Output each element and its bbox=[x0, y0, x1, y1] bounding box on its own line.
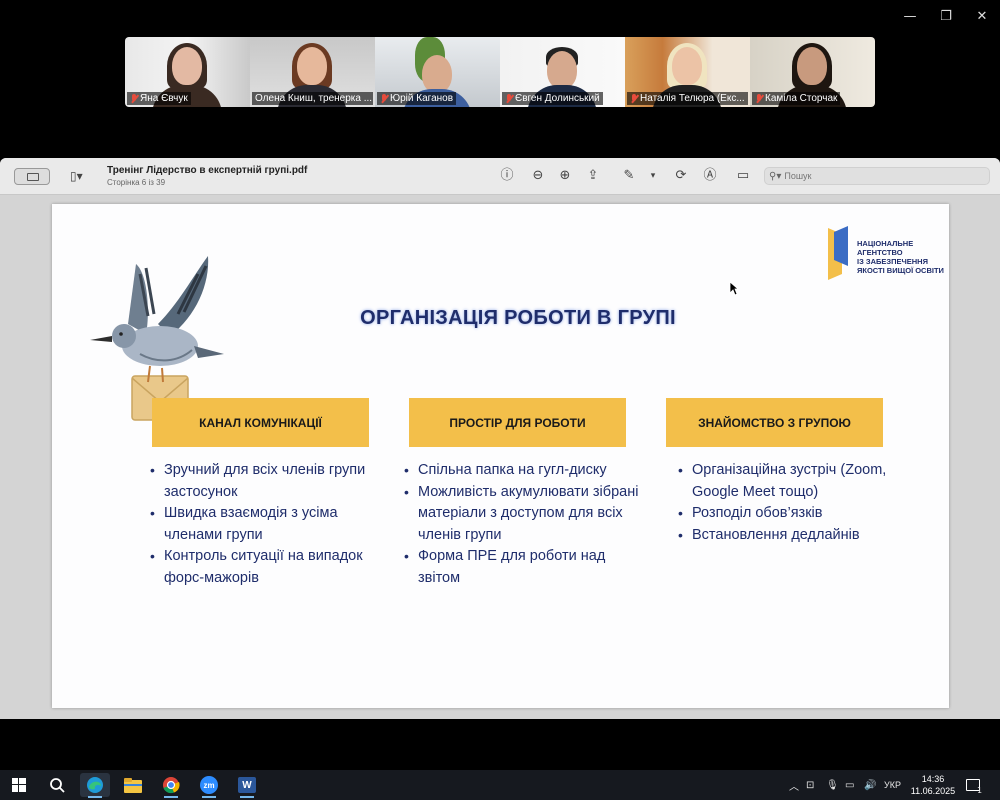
file-explorer-icon[interactable] bbox=[118, 773, 148, 797]
participant-tile-active[interactable]: Олена Книш, тренерка ... bbox=[250, 37, 375, 107]
column-group-acquaintance: Організаційна зустріч (Zoom, Google Meet… bbox=[678, 460, 888, 546]
clock-time: 14:36 bbox=[921, 774, 945, 784]
heading-communication-channel: КАНАЛ КОМУНІКАЦІЇ bbox=[152, 398, 369, 447]
participant-strip: Яна Євчук Олена Книш, тренерка ... Юрій … bbox=[125, 37, 875, 107]
participant-tile[interactable]: Євген Долинський bbox=[500, 37, 625, 107]
language-indicator[interactable]: УКР bbox=[884, 770, 901, 800]
page-indicator: Сторінка 6 із 39 bbox=[107, 178, 166, 187]
participant-tile[interactable]: Наталія Телюра (Екс... bbox=[625, 37, 750, 107]
markup-pen-icon[interactable]: ✎ bbox=[621, 168, 637, 184]
viewer-toolbar: ▯▾ Тренінг Лідерство в експертній групі.… bbox=[0, 158, 1000, 195]
microphone-icon[interactable]: 🎙 bbox=[826, 770, 839, 800]
column-workspace: Спільна папка на гугл-диску Можливість а… bbox=[404, 460, 644, 589]
participant-name: Каміла Сторчак bbox=[765, 93, 838, 104]
participant-name: Юрій Каганов bbox=[390, 93, 454, 104]
list-item: Контроль ситуації на випадок форс-мажорі… bbox=[150, 546, 380, 589]
zoom-icon[interactable]: zm bbox=[194, 773, 224, 798]
participant-name: Євген Долинський bbox=[515, 93, 600, 104]
windows-taskbar: zm W ︿ ⊡ 🎙 ▭ 🔊 УКР 14:36 11.06.2025 1 bbox=[0, 770, 1000, 800]
restore-button[interactable]: ❐ bbox=[928, 0, 964, 32]
pdf-page: ОРГАНІЗАЦІЯ РОБОТИ В ГРУПІ НАЦІОНАЛЬНЕ А… bbox=[52, 204, 949, 708]
list-item: Спільна папка на гугл-диску bbox=[404, 460, 644, 482]
participant-name: Олена Книш, тренерка ... bbox=[255, 93, 373, 104]
chrome-icon[interactable] bbox=[156, 773, 186, 798]
logo-text: НАЦІОНАЛЬНЕ АГЕНТСТВО ІЗ ЗАБЕЗПЕЧЕННЯ ЯК… bbox=[857, 239, 944, 275]
mouse-cursor-icon bbox=[729, 281, 739, 296]
window-controls: — ❐ ✕ bbox=[892, 0, 1000, 32]
clock-date: 11.06.2025 bbox=[910, 786, 956, 796]
mic-muted-icon bbox=[630, 93, 638, 104]
share-icon[interactable]: ⇪ bbox=[585, 168, 601, 184]
zoom-out-icon[interactable]: ⊖ bbox=[530, 168, 546, 184]
volume-icon[interactable]: 🔊 bbox=[864, 770, 876, 800]
list-item: Форма ПРЕ для роботи над звітом bbox=[404, 546, 644, 589]
heading-workspace: ПРОСТІР ДЛЯ РОБОТИ bbox=[409, 398, 626, 447]
word-icon[interactable]: W bbox=[232, 773, 262, 798]
mic-muted-icon bbox=[130, 93, 138, 104]
layout-menu-icon[interactable]: ▯▾ bbox=[70, 169, 83, 183]
pdf-viewer-window: ▯▾ Тренінг Лідерство в експертній групі.… bbox=[0, 158, 1000, 719]
participant-tile[interactable]: Юрій Каганов bbox=[375, 37, 500, 107]
edit-form-icon[interactable]: ▭ bbox=[735, 168, 751, 184]
search-icon[interactable] bbox=[42, 773, 72, 797]
mic-muted-icon bbox=[755, 93, 763, 104]
rotate-icon[interactable]: ⟳ bbox=[673, 168, 689, 184]
list-item: Розподіл обов’язків bbox=[678, 503, 888, 525]
mic-muted-icon bbox=[505, 93, 513, 104]
participant-tile[interactable]: Яна Євчук bbox=[125, 37, 250, 107]
document-title: Тренінг Лідерство в експертній групі.pdf bbox=[107, 165, 308, 176]
participant-tile[interactable]: Каміла Сторчак bbox=[750, 37, 875, 107]
participant-name: Яна Євчук bbox=[140, 93, 188, 104]
clock[interactable]: 14:36 11.06.2025 bbox=[905, 773, 961, 797]
list-item: Встановлення дедлайнів bbox=[678, 525, 888, 547]
info-icon[interactable]: ⓘ bbox=[499, 168, 515, 184]
notifications-icon[interactable]: 1 bbox=[966, 770, 982, 800]
slide-title: ОРГАНІЗАЦІЯ РОБОТИ В ГРУПІ bbox=[360, 307, 676, 329]
mic-muted-icon bbox=[380, 93, 388, 104]
list-item: Швидка взаємодія з усіма членами групи bbox=[150, 503, 380, 546]
windows-start-icon[interactable] bbox=[4, 773, 34, 797]
network-icon[interactable]: ▭ bbox=[845, 770, 854, 800]
chevron-down-icon[interactable]: ▾ bbox=[645, 168, 661, 184]
participant-name: Наталія Телюра (Екс... bbox=[640, 93, 745, 104]
sidebar-toggle-icon[interactable] bbox=[14, 168, 50, 185]
search-input[interactable] bbox=[784, 171, 975, 181]
column-communication-channel: Зручний для всіх членів групи застосунок… bbox=[150, 460, 380, 589]
search-icon: ⚲▾ bbox=[769, 170, 782, 182]
close-button[interactable]: ✕ bbox=[964, 0, 1000, 32]
heading-group-acquaintance: ЗНАЙОМСТВО З ГРУПОЮ bbox=[666, 398, 883, 447]
edge-icon[interactable] bbox=[80, 773, 110, 798]
list-item: Зручний для всіх членів групи застосунок bbox=[150, 460, 380, 503]
search-field[interactable]: ⚲▾ bbox=[764, 167, 990, 185]
zoom-in-icon[interactable]: ⊕ bbox=[557, 168, 573, 184]
meet-now-icon[interactable]: ⊡ bbox=[806, 770, 814, 800]
annotate-icon[interactable]: Ⓐ bbox=[702, 168, 718, 184]
minimize-button[interactable]: — bbox=[892, 0, 928, 32]
list-item: Організаційна зустріч (Zoom, Google Meet… bbox=[678, 460, 888, 503]
list-item: Можливість акумулювати зібрані матеріали… bbox=[404, 482, 644, 547]
hidden-icons-chevron-icon[interactable]: ︿ bbox=[789, 770, 799, 800]
